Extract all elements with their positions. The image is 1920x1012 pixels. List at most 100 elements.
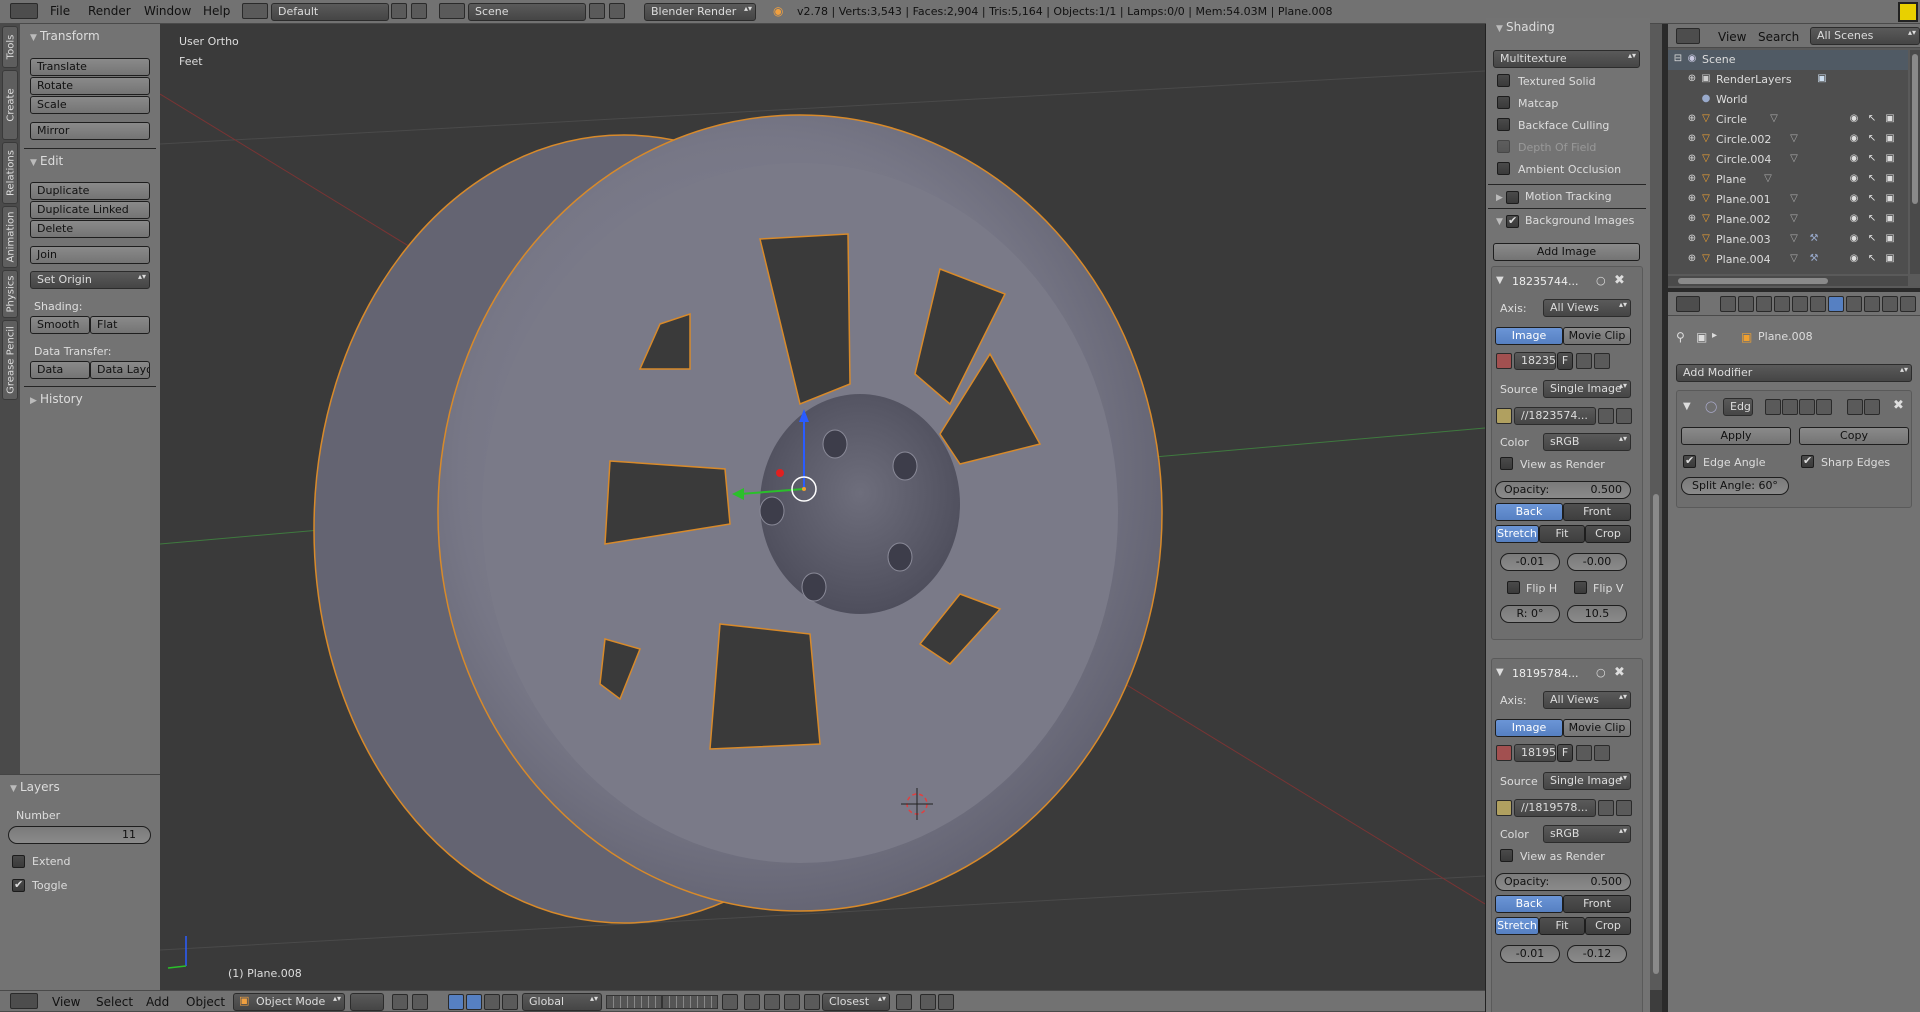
outliner-editor-icon[interactable]	[1676, 28, 1700, 44]
layer-buttons-icon[interactable]	[662, 995, 718, 1009]
cage-toggle-icon[interactable]	[1816, 399, 1832, 415]
remove-modifier-icon[interactable]: ✖	[1893, 398, 1904, 413]
expand-icon[interactable]: ⊕	[1686, 73, 1698, 85]
smooth-button[interactable]: Smooth	[30, 316, 90, 334]
sharp-edges-checkbox[interactable]	[1801, 454, 1814, 468]
remove-image-icon[interactable]: ✖	[1614, 665, 1625, 680]
matcap-checkbox[interactable]	[1497, 96, 1510, 109]
image-browse-icon[interactable]	[1496, 353, 1512, 369]
proportional-edit-icon[interactable]	[744, 994, 760, 1010]
collapse-triangle-icon[interactable]: ▼	[1683, 401, 1691, 412]
render-camera-icon[interactable]: ▣	[1884, 113, 1896, 125]
open-image-icon[interactable]	[1576, 353, 1592, 369]
stretch-button[interactable]: Stretch	[1495, 525, 1539, 543]
image-path-field[interactable]: //1819578...	[1514, 799, 1596, 817]
remove-scene-icon[interactable]	[609, 3, 625, 19]
visibility-eye-icon[interactable]: ◉	[1848, 113, 1860, 125]
collapse-triangle-icon[interactable]: ▼	[1496, 667, 1504, 678]
tab-relations[interactable]: Relations	[2, 142, 18, 204]
x-axis-handle[interactable]	[776, 469, 784, 477]
menu-select[interactable]: Select	[96, 995, 133, 1009]
tab-tools[interactable]: Tools	[2, 26, 18, 68]
file-browse-icon[interactable]	[1598, 408, 1614, 424]
select-arrow-icon[interactable]: ↖	[1866, 233, 1878, 245]
axis-select[interactable]: All Views	[1543, 299, 1631, 317]
snap-manipulator-icon[interactable]	[412, 994, 428, 1010]
render-layers-tab-icon[interactable]	[1738, 296, 1754, 312]
add-layout-icon[interactable]	[391, 3, 407, 19]
unlink-image-icon[interactable]	[1594, 745, 1610, 761]
menu-window[interactable]: Window	[144, 4, 191, 18]
view-as-render-checkbox[interactable]	[1500, 457, 1513, 470]
backface-culling-checkbox[interactable]	[1497, 118, 1510, 131]
expand-icon[interactable]: ⊕	[1686, 193, 1698, 205]
object-tab-icon[interactable]	[1792, 296, 1808, 312]
delete-button[interactable]: Delete	[30, 220, 150, 238]
opacity-field[interactable]: Opacity: 0.500	[1495, 481, 1631, 499]
data-layout-button[interactable]: Data Layo	[90, 361, 150, 379]
render-camera-icon[interactable]: ▣	[1884, 213, 1896, 225]
tab-animation[interactable]: Animation	[2, 206, 18, 268]
scene-select[interactable]: Scene	[468, 3, 586, 21]
info-editor-icon[interactable]	[10, 3, 38, 19]
fake-user-button[interactable]: F	[1557, 744, 1573, 762]
outliner-display-select[interactable]: All Scenes	[1810, 27, 1920, 45]
viewport-toggle-icon[interactable]	[1782, 399, 1798, 415]
outliner-row-circle-004[interactable]: ⊕ ▽ Circle.004 ▽ ◉ ↖ ▣	[1668, 150, 1908, 170]
apply-button[interactable]: Apply	[1681, 427, 1791, 445]
outliner-row-plane-002[interactable]: ⊕ ▽ Plane.002 ▽ ◉ ↖ ▣	[1668, 210, 1908, 230]
editmode-toggle-icon[interactable]	[1799, 399, 1815, 415]
move-up-icon[interactable]	[1847, 399, 1863, 415]
view-as-render-checkbox[interactable]	[1500, 849, 1513, 862]
pivot-point-icon[interactable]	[392, 994, 408, 1010]
flat-button[interactable]: Flat	[90, 316, 150, 334]
offset-x-field[interactable]: -0.01	[1500, 945, 1560, 963]
data-tab-icon[interactable]	[1846, 296, 1862, 312]
expand-icon[interactable]: ⊕	[1686, 133, 1698, 145]
split-angle-field[interactable]: Split Angle: 60°	[1681, 477, 1789, 495]
front-button[interactable]: Front	[1563, 503, 1631, 521]
collapse-triangle-icon[interactable]: ▼	[1496, 275, 1504, 286]
mirror-button[interactable]: Mirror	[30, 122, 150, 140]
lock-layers-icon[interactable]	[722, 994, 738, 1010]
expand-icon[interactable]: ⊕	[1686, 153, 1698, 165]
expand-icon[interactable]: ⊕	[1686, 213, 1698, 225]
axis-select[interactable]: All Views	[1543, 691, 1631, 709]
outliner-row-plane-003[interactable]: ⊕ ▽ Plane.003 ▽ ⚒ ◉ ↖ ▣	[1668, 230, 1908, 250]
offset-y-field[interactable]: -0.12	[1567, 945, 1627, 963]
expand-icon[interactable]: ⊕	[1686, 113, 1698, 125]
scale-button[interactable]: Scale	[30, 96, 150, 114]
modifier-name-field[interactable]: Edg	[1723, 398, 1753, 416]
render-camera-icon[interactable]: ▣	[1884, 193, 1896, 205]
expand-icon[interactable]: ⊟	[1672, 53, 1684, 65]
back-button[interactable]: Back	[1495, 503, 1563, 521]
screen-layout-icon[interactable]	[242, 3, 268, 19]
select-arrow-icon[interactable]: ↖	[1866, 193, 1878, 205]
outliner-row-plane-001[interactable]: ⊕ ▽ Plane.001 ▽ ◉ ↖ ▣	[1668, 190, 1908, 210]
render-engine-select[interactable]: Blender Render	[644, 3, 756, 21]
visibility-eye-icon[interactable]: ◉	[1848, 233, 1860, 245]
flip-h-checkbox[interactable]	[1507, 581, 1520, 594]
image-datablock-field[interactable]: 18235	[1514, 352, 1556, 370]
ambient-occlusion-checkbox[interactable]	[1497, 162, 1510, 175]
fullscreen-corner-icon[interactable]	[1898, 2, 1918, 22]
3d-viewport[interactable]: User Ortho Feet (1) Plane.008	[160, 24, 1485, 990]
tab-physics[interactable]: Physics	[2, 270, 18, 318]
outliner-row-renderlayers[interactable]: ⊕ ▣ RenderLayers ▣	[1668, 70, 1908, 90]
snap-icon[interactable]	[784, 994, 800, 1010]
motion-tracking-checkbox[interactable]	[1506, 190, 1519, 204]
reload-image-icon[interactable]	[1616, 408, 1632, 424]
history-panel-header[interactable]: ▶ History	[30, 392, 83, 406]
layer-buttons-icon[interactable]	[606, 995, 662, 1009]
image-path-field[interactable]: //1823574...	[1514, 407, 1596, 425]
layers-panel-header[interactable]: ▼ Layers	[10, 780, 60, 794]
flip-v-checkbox[interactable]	[1574, 581, 1587, 594]
visibility-eye-icon[interactable]: ◉	[1848, 193, 1860, 205]
texture-tab-icon[interactable]	[1882, 296, 1898, 312]
layout-select[interactable]: Default	[271, 3, 389, 21]
menu-view[interactable]: View	[52, 995, 80, 1009]
front-button[interactable]: Front	[1563, 895, 1631, 913]
source-select[interactable]: Single Image	[1543, 772, 1631, 790]
shading-panel-header[interactable]: ▼ Shading	[1496, 20, 1555, 34]
opacity-field[interactable]: Opacity: 0.500	[1495, 873, 1631, 891]
